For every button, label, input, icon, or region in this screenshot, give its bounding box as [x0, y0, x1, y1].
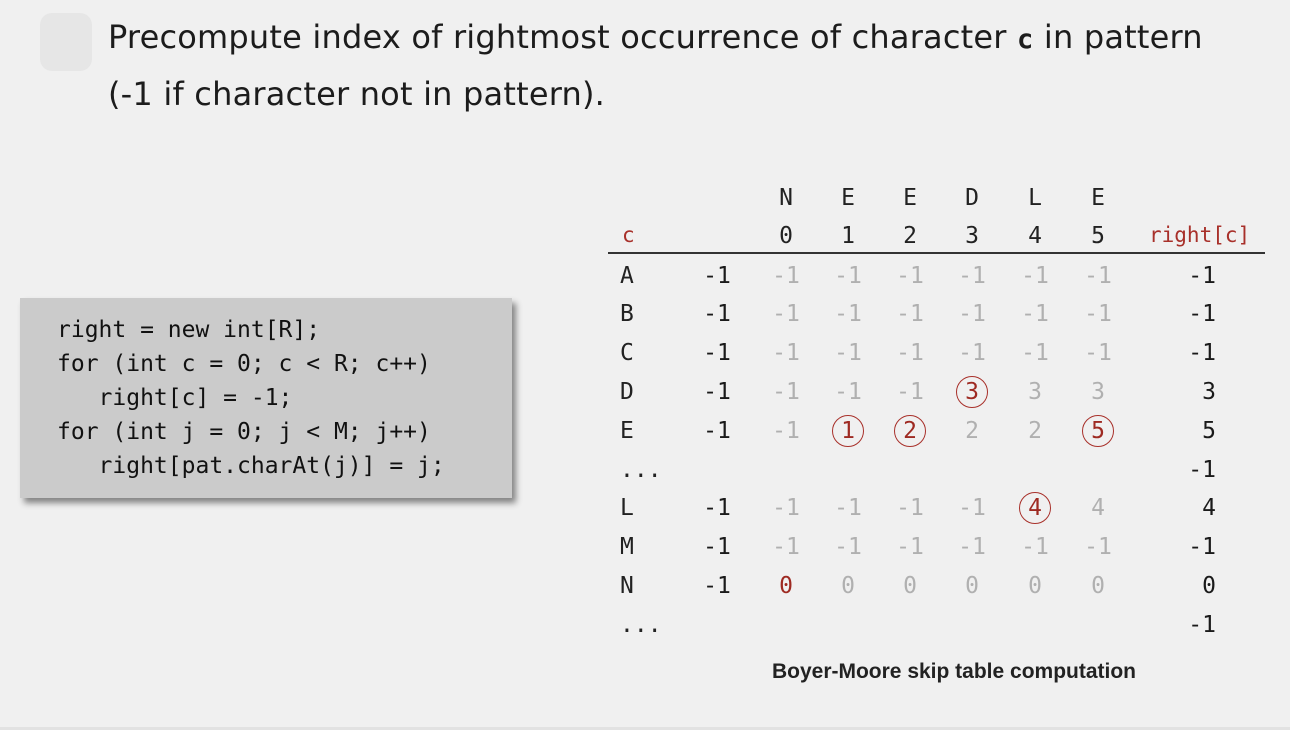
row-label: A: [620, 263, 634, 289]
row-label: B: [620, 301, 634, 327]
pattern-index: 3: [965, 223, 979, 249]
table-cell: -1: [896, 534, 924, 560]
row-label: C: [620, 340, 634, 366]
highlight-circle: [894, 415, 926, 447]
init-value: -1: [703, 495, 731, 521]
right-value: 3: [1202, 379, 1216, 405]
pattern-char: N: [779, 185, 793, 211]
table-cell: 2: [965, 418, 979, 444]
pattern-index: 5: [1091, 223, 1105, 249]
table-cell: 3: [1028, 379, 1042, 405]
table-cell: 0: [965, 573, 979, 599]
init-value: -1: [703, 301, 731, 327]
row-label: ...: [620, 612, 662, 638]
init-value: -1: [703, 418, 731, 444]
table-cell: -1: [958, 340, 986, 366]
pattern-index: 4: [1028, 223, 1042, 249]
pattern-char: D: [965, 185, 979, 211]
table-cell: -1: [834, 301, 862, 327]
right-value: 4: [1202, 495, 1216, 521]
pattern-char: E: [1091, 185, 1105, 211]
init-value: -1: [703, 573, 731, 599]
table-cell: -1: [958, 495, 986, 521]
table-cell: -1: [834, 534, 862, 560]
right-value: -1: [1188, 263, 1216, 289]
row-label: M: [620, 534, 634, 560]
table-cell: -1: [1084, 301, 1112, 327]
init-value: -1: [703, 534, 731, 560]
table-cell: -1: [1084, 534, 1112, 560]
table-cell: -1: [896, 263, 924, 289]
row-label: D: [620, 379, 634, 405]
pattern-index: 1: [841, 223, 855, 249]
table-cell: -1: [1021, 534, 1049, 560]
row-label: L: [620, 495, 634, 521]
table-cell: -1: [772, 379, 800, 405]
init-value: -1: [703, 263, 731, 289]
pattern-index: 2: [903, 223, 917, 249]
pattern-char: E: [841, 185, 855, 211]
table-cell: -1: [772, 495, 800, 521]
table-cell: -1: [772, 418, 800, 444]
table-cell: -1: [834, 340, 862, 366]
right-value: -1: [1188, 612, 1216, 638]
table-cell: -1: [834, 495, 862, 521]
right-column-label: right[c]: [1149, 223, 1251, 247]
row-label: ...: [620, 457, 662, 483]
table-cell: 0: [1091, 573, 1105, 599]
table-cell: -1: [1084, 263, 1112, 289]
highlighted-cell: 0: [779, 573, 793, 599]
right-value: -1: [1188, 534, 1216, 560]
table-cell: -1: [1021, 301, 1049, 327]
init-value: -1: [703, 340, 731, 366]
table-cell: -1: [958, 534, 986, 560]
table-cell: -1: [958, 263, 986, 289]
table-cell: -1: [772, 340, 800, 366]
table-cell: -1: [896, 495, 924, 521]
table-cell: -1: [958, 301, 986, 327]
right-value: -1: [1188, 301, 1216, 327]
char-column-label: c: [622, 223, 635, 247]
pattern-char: L: [1028, 185, 1042, 211]
table-cell: -1: [1021, 263, 1049, 289]
table-cell: -1: [896, 379, 924, 405]
right-value: 5: [1202, 418, 1216, 444]
table-cell: -1: [1084, 340, 1112, 366]
highlight-circle: [832, 415, 864, 447]
table-cell: 4: [1091, 495, 1105, 521]
row-label: E: [620, 418, 634, 444]
table-cell: -1: [834, 263, 862, 289]
right-value: -1: [1188, 340, 1216, 366]
highlight-circle: [956, 376, 988, 408]
init-value: -1: [703, 379, 731, 405]
right-value: 0: [1202, 573, 1216, 599]
pattern-index: 0: [779, 223, 793, 249]
pattern-char: E: [903, 185, 917, 211]
table-cell: 0: [903, 573, 917, 599]
skip-table: c right[c] N E E D L E 0 1 2 3 4 5 A -1 -1 -1 -1 -1 -1 -1 -1…: [0, 0, 1290, 730]
header-rule: [608, 252, 1265, 254]
table-cell: 0: [1028, 573, 1042, 599]
table-cell: -1: [896, 301, 924, 327]
table-cell: -1: [772, 534, 800, 560]
table-cell: -1: [772, 301, 800, 327]
highlight-circle: [1019, 492, 1051, 524]
right-value: -1: [1188, 457, 1216, 483]
row-label: N: [620, 573, 634, 599]
table-cell: -1: [1021, 340, 1049, 366]
table-cell: -1: [834, 379, 862, 405]
table-cell: -1: [772, 263, 800, 289]
table-caption: Boyer-Moore skip table computation: [771, 660, 1137, 683]
table-cell: 3: [1091, 379, 1105, 405]
highlight-circle: [1082, 415, 1114, 447]
table-cell: 0: [841, 573, 855, 599]
table-cell: -1: [896, 340, 924, 366]
table-cell: 2: [1028, 418, 1042, 444]
